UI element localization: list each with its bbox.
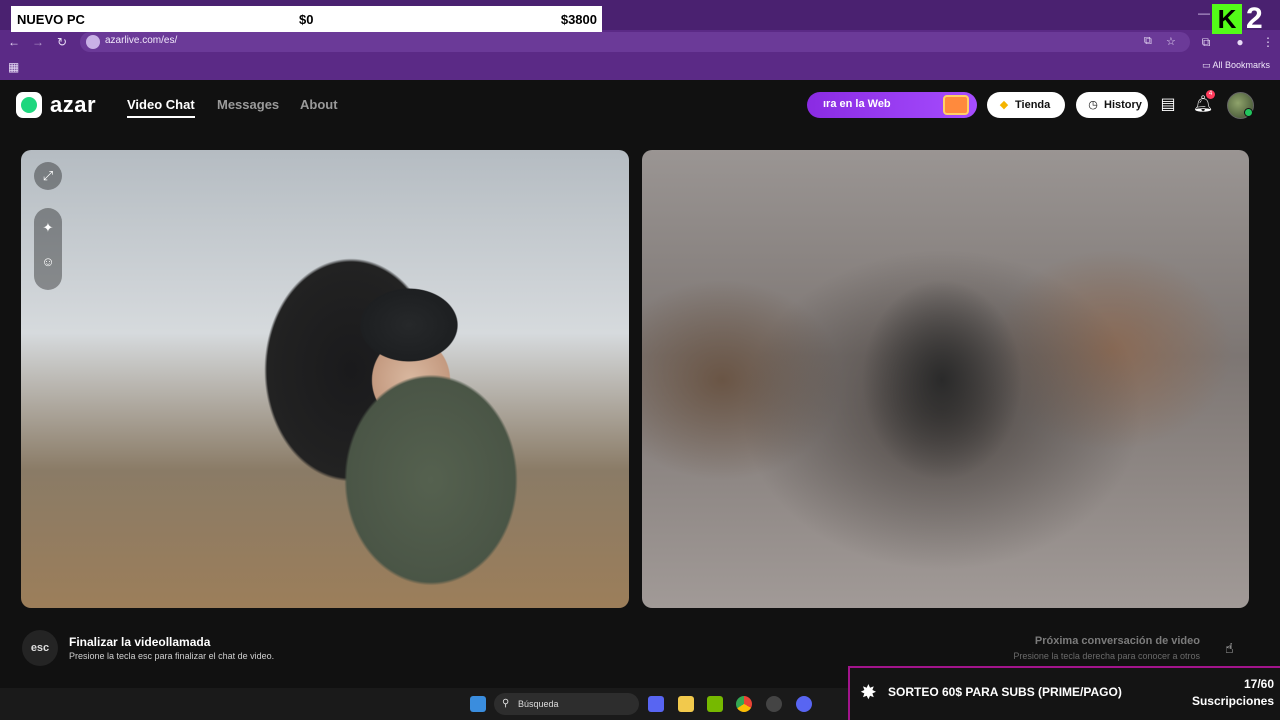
extensions-icon[interactable]: ⧉: [1198, 34, 1214, 50]
profile-icon[interactable]: ●: [1232, 34, 1248, 50]
menu-kebab-icon[interactable]: ⋮: [1260, 34, 1276, 50]
clock-icon: ◷: [1088, 99, 1098, 111]
gem-icon: ◆: [999, 99, 1009, 111]
next-chat-hint: Presione la tecla derecha para conocer a…: [1013, 651, 1200, 661]
forward-icon[interactable]: →: [30, 34, 46, 50]
end-call-button[interactable]: esc: [22, 630, 58, 666]
hand-cursor-icon: ☝: [1225, 640, 1234, 656]
peer-video-blurred: [642, 150, 1249, 608]
app-header: azar Video Chat Messages About ıra en la…: [0, 80, 1280, 130]
apps-grid-icon[interactable]: ▦: [8, 60, 19, 74]
file-explorer-icon[interactable]: [678, 696, 694, 712]
folder-icon: ▭: [1201, 60, 1213, 70]
install-app-icon[interactable]: ⧉: [1144, 35, 1152, 48]
url-text: azarlive.com/es/: [105, 35, 178, 46]
address-row: ← → ↻ azarlive.com/es/ ⧉ ☆ ⧉ ● ⋮: [0, 30, 1280, 54]
minimize-icon[interactable]: —: [1198, 6, 1210, 20]
nav-messages[interactable]: Messages: [217, 97, 279, 112]
address-bar[interactable]: azarlive.com/es/ ⧉ ☆: [80, 32, 1190, 52]
gift-box-icon: [943, 95, 969, 115]
sub-goal-title: SORTEO 60$ PARA SUBS (PRIME/PAGO): [888, 685, 1122, 699]
kick-logo-icon: K: [1212, 4, 1242, 34]
history-label: History: [1104, 99, 1142, 111]
sub-goal-label: Suscripciones: [1191, 694, 1274, 708]
azar-logo-icon[interactable]: [16, 92, 42, 118]
archive-box-icon[interactable]: ▤: [1157, 94, 1179, 116]
goal-target: $3800: [560, 12, 597, 27]
online-status-dot: [1244, 108, 1253, 117]
all-bookmarks[interactable]: ▭ All Bookmarks: [1202, 60, 1270, 71]
logo-text[interactable]: azar: [50, 92, 96, 118]
self-video: [21, 150, 629, 608]
effects-group: ✦ ☺: [34, 208, 62, 290]
app-icon[interactable]: [766, 696, 782, 712]
bookmark-star-icon[interactable]: ☆: [1166, 35, 1176, 48]
sub-goal-count: 17/60: [1243, 677, 1274, 691]
reload-icon[interactable]: ↻: [54, 34, 70, 50]
smiley-icon[interactable]: ☺: [34, 248, 62, 276]
site-info-icon[interactable]: [86, 35, 100, 49]
goal-title: NUEVO PC: [17, 12, 85, 27]
nvidia-icon[interactable]: [707, 696, 723, 712]
bookmarks-bar: ▦ ▭ All Bookmarks: [0, 54, 1280, 80]
promo-text: ıra en la Web: [823, 98, 891, 110]
shop-label: Tienda: [1015, 99, 1051, 111]
pc-goal-bar: NUEVO PC $0 $3800: [11, 6, 602, 32]
sub-goal-widget: ✸ SORTEO 60$ PARA SUBS (PRIME/PAGO) 17/6…: [848, 666, 1280, 720]
magic-wand-icon[interactable]: ✦: [34, 214, 62, 242]
chat-app-icon[interactable]: [648, 696, 664, 712]
next-chat-title[interactable]: Próxima conversación de video: [1035, 635, 1200, 647]
chrome-icon[interactable]: [736, 696, 752, 712]
end-call-title: Finalizar la videollamada: [69, 635, 211, 649]
end-call-hint: Presione la tecla esc para finalizar el …: [69, 651, 275, 661]
taskbar-search-text: Búsqueda: [518, 699, 559, 709]
discord-icon[interactable]: [796, 696, 812, 712]
kick-count: 2: [1246, 2, 1263, 35]
nav-video-chat[interactable]: Video Chat: [127, 97, 195, 118]
promo-banner[interactable]: ıra en la Web: [807, 92, 977, 118]
history-button[interactable]: ◷ History: [1076, 92, 1148, 118]
star-icon: ✸: [860, 682, 877, 704]
taskbar-search[interactable]: ⚲ Búsqueda: [494, 693, 639, 715]
expand-icon[interactable]: ⤢: [34, 162, 62, 190]
search-icon: ⚲: [502, 698, 510, 709]
all-bookmarks-label: All Bookmarks: [1212, 60, 1270, 70]
windows-start-icon[interactable]: [470, 696, 486, 712]
screen: — ← → ↻ azarlive.com/es/ ⧉ ☆ ⧉ ● ⋮ ▦ ▭ A…: [0, 0, 1280, 720]
shop-button[interactable]: ◆ Tienda: [987, 92, 1065, 118]
back-icon[interactable]: ←: [6, 34, 22, 50]
goal-current: $0: [299, 12, 314, 27]
notification-badge: 4: [1206, 90, 1215, 99]
nav-about[interactable]: About: [300, 97, 338, 112]
